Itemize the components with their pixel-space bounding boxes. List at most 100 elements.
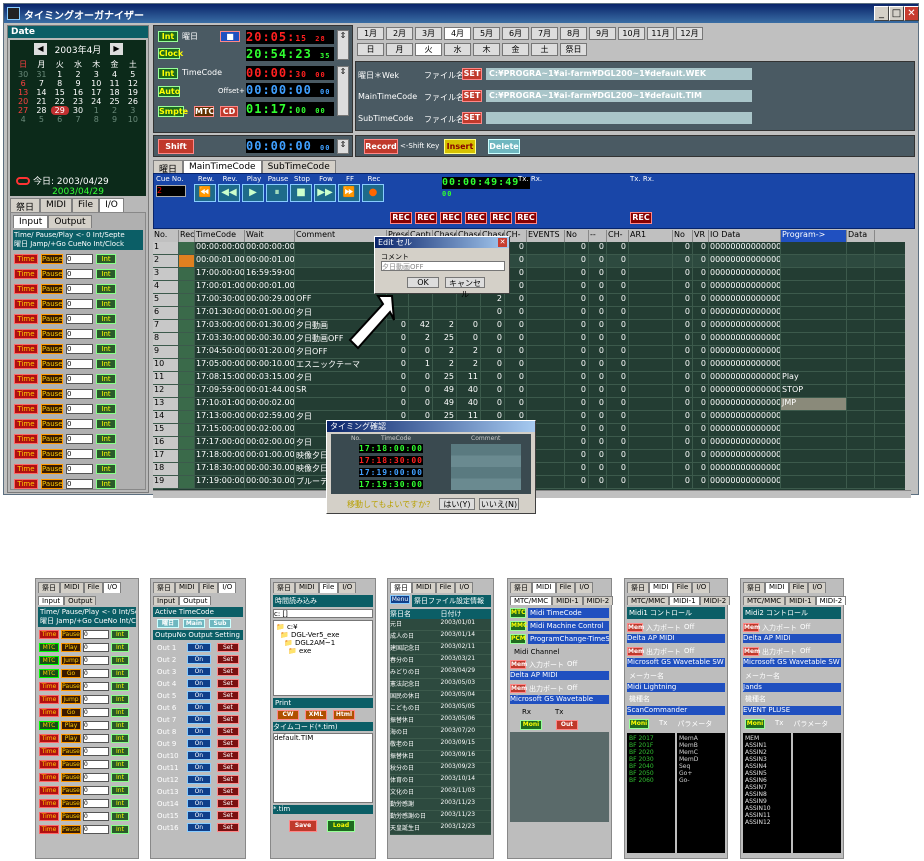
thumb1-spin[interactable]: 0 [83, 721, 109, 730]
io-time-button[interactable]: Time [14, 314, 38, 324]
rewind-icon[interactable]: ⏪ [194, 184, 216, 202]
table-cell[interactable]: 0000000000000000 [709, 255, 781, 267]
table-cell[interactable]: 0 [693, 294, 709, 306]
thumb3-folder[interactable]: 📁 DGL-Ver5_exe [276, 631, 370, 639]
io-cue-spin[interactable]: 0 [66, 464, 93, 474]
month-button[interactable]: 6月 [502, 27, 529, 40]
table-cell[interactable]: 0 [607, 242, 629, 254]
th6-maker-select[interactable]: Midi Lightning [627, 683, 725, 692]
io-pause-button[interactable]: Pause [41, 299, 63, 309]
thumb1-action[interactable]: Pause [61, 630, 81, 639]
table-cell[interactable]: 14 [153, 411, 179, 423]
table-cell[interactable]: 0 [481, 307, 505, 319]
thumb3-drive[interactable]: c: [] [273, 609, 373, 618]
thumb1-action[interactable]: Pause [61, 786, 81, 795]
table-cell[interactable]: 3 [153, 268, 179, 280]
set-button[interactable]: SET [462, 112, 482, 124]
month-button[interactable]: 3月 [415, 27, 442, 40]
table-cell[interactable] [179, 437, 195, 449]
thumb-tab[interactable]: MIDI-1 [552, 596, 583, 605]
calendar-day[interactable]: 1 [87, 106, 105, 115]
thumb2-on-button[interactable]: On [186, 703, 211, 712]
thumb1-spin[interactable]: 0 [83, 630, 109, 639]
thumb1-action[interactable]: Jump [61, 695, 81, 704]
edit-dialog-close-icon[interactable]: ✕ [498, 238, 507, 247]
table-cell[interactable]: 0 [589, 255, 607, 267]
table-cell[interactable]: 0 [565, 372, 589, 384]
table-cell[interactable]: 00:01:00.00 [245, 450, 295, 462]
table-cell[interactable]: 0 [693, 320, 709, 332]
io-int-button[interactable]: Int [96, 464, 116, 474]
calendar-day[interactable]: 8 [87, 115, 105, 124]
table-cell[interactable]: 19 [153, 476, 179, 488]
thumb-tab[interactable]: I/O [103, 582, 122, 593]
thumb-tab[interactable]: MIDI [649, 582, 673, 593]
table-cell[interactable]: 00:03:15.00 [245, 372, 295, 384]
table-cell[interactable] [847, 424, 875, 436]
table-cell[interactable]: 0 [693, 411, 709, 423]
thumb-tab[interactable]: I/O [692, 582, 711, 593]
thumb1-action[interactable]: Pause [61, 812, 81, 821]
table-cell[interactable]: 15 [153, 424, 179, 436]
table-cell[interactable]: 0 [565, 346, 589, 358]
thumb1-action[interactable]: Pause [61, 747, 81, 756]
today-label[interactable]: 今日: 2003/04/29 [33, 174, 109, 187]
io-time-button[interactable]: Time [14, 389, 38, 399]
table-cell[interactable]: 0 [693, 437, 709, 449]
table-cell[interactable]: 0 [693, 463, 709, 475]
table-cell[interactable]: 0 [387, 385, 409, 397]
yes-button[interactable]: はい(Y) [439, 498, 475, 510]
thumb-tab[interactable]: I/O [575, 582, 594, 593]
table-cell[interactable] [781, 268, 847, 280]
table-cell[interactable]: 0000000000000000 [709, 333, 781, 345]
table-cell[interactable]: 16 [153, 437, 179, 449]
table-header-cell[interactable]: IO Data [709, 230, 781, 242]
thumb-tab[interactable]: 祭日 [38, 582, 60, 593]
table-cell[interactable] [433, 294, 457, 306]
io-time-button[interactable]: Time [14, 419, 38, 429]
table-cell[interactable]: 0 [589, 242, 607, 254]
th6-list[interactable]: BF 2017 BF 201F BF 2020 BF 2030 BF 2040 BF 20… [627, 733, 675, 853]
io-pause-button[interactable]: Pause [41, 374, 63, 384]
table-cell[interactable]: 0 [565, 281, 589, 293]
th6-list-item[interactable]: BF 2030 [629, 756, 673, 763]
table-cell[interactable]: 0 [607, 437, 629, 449]
th7-moni-button[interactable]: Moni [745, 719, 765, 729]
table-cell[interactable]: 0 [565, 268, 589, 280]
io-time-button[interactable]: Time [14, 329, 38, 339]
calendar-day[interactable]: 9 [69, 79, 87, 88]
table-cell[interactable]: 0 [673, 268, 693, 280]
th7-list-item[interactable]: ASSIN10 [745, 805, 789, 812]
thumb1-int[interactable]: Int [111, 760, 129, 769]
thumb-tab[interactable]: I/O [808, 582, 827, 593]
thumb5-mode-button[interactable]: MTC [510, 608, 526, 618]
thumb4-row[interactable]: 天皇誕生日 2003/12/23 [390, 823, 491, 835]
table-cell[interactable]: 0 [505, 346, 527, 358]
rec-button-extra[interactable]: REC [630, 212, 652, 224]
table-cell[interactable]: 0 [693, 307, 709, 319]
table-cell[interactable]: 0 [589, 385, 607, 397]
table-cell[interactable]: 17:03:00:00 [195, 320, 245, 332]
io-time-button[interactable]: Time [14, 404, 38, 414]
th6-list2-item[interactable]: MemB [679, 742, 723, 749]
thumb1-spin[interactable]: 0 [83, 643, 109, 652]
table-cell[interactable]: 13 [153, 398, 179, 410]
thumb4-row[interactable]: 建国記念日 2003/02/11 [390, 643, 491, 655]
table-cell[interactable] [179, 320, 195, 332]
table-cell[interactable] [781, 346, 847, 358]
table-cell[interactable]: 0 [409, 385, 433, 397]
table-cell[interactable]: 0 [565, 437, 589, 449]
month-button[interactable]: 2月 [386, 27, 413, 40]
table-cell[interactable]: 0 [693, 255, 709, 267]
thumb1-action[interactable]: Pause [61, 773, 81, 782]
io-int-button[interactable]: Int [96, 374, 116, 384]
table-cell[interactable]: 0 [673, 398, 693, 410]
table-cell[interactable] [179, 359, 195, 371]
table-cell[interactable] [781, 294, 847, 306]
thumb2-on-button[interactable]: On [186, 811, 211, 820]
th6-list2-item[interactable]: Seq [679, 763, 723, 770]
table-cell[interactable]: 0 [673, 476, 693, 488]
table-cell[interactable]: 0 [673, 333, 693, 345]
thumb-tab[interactable]: MIDI-1 [669, 596, 700, 605]
io-time-button[interactable]: Time [14, 359, 38, 369]
